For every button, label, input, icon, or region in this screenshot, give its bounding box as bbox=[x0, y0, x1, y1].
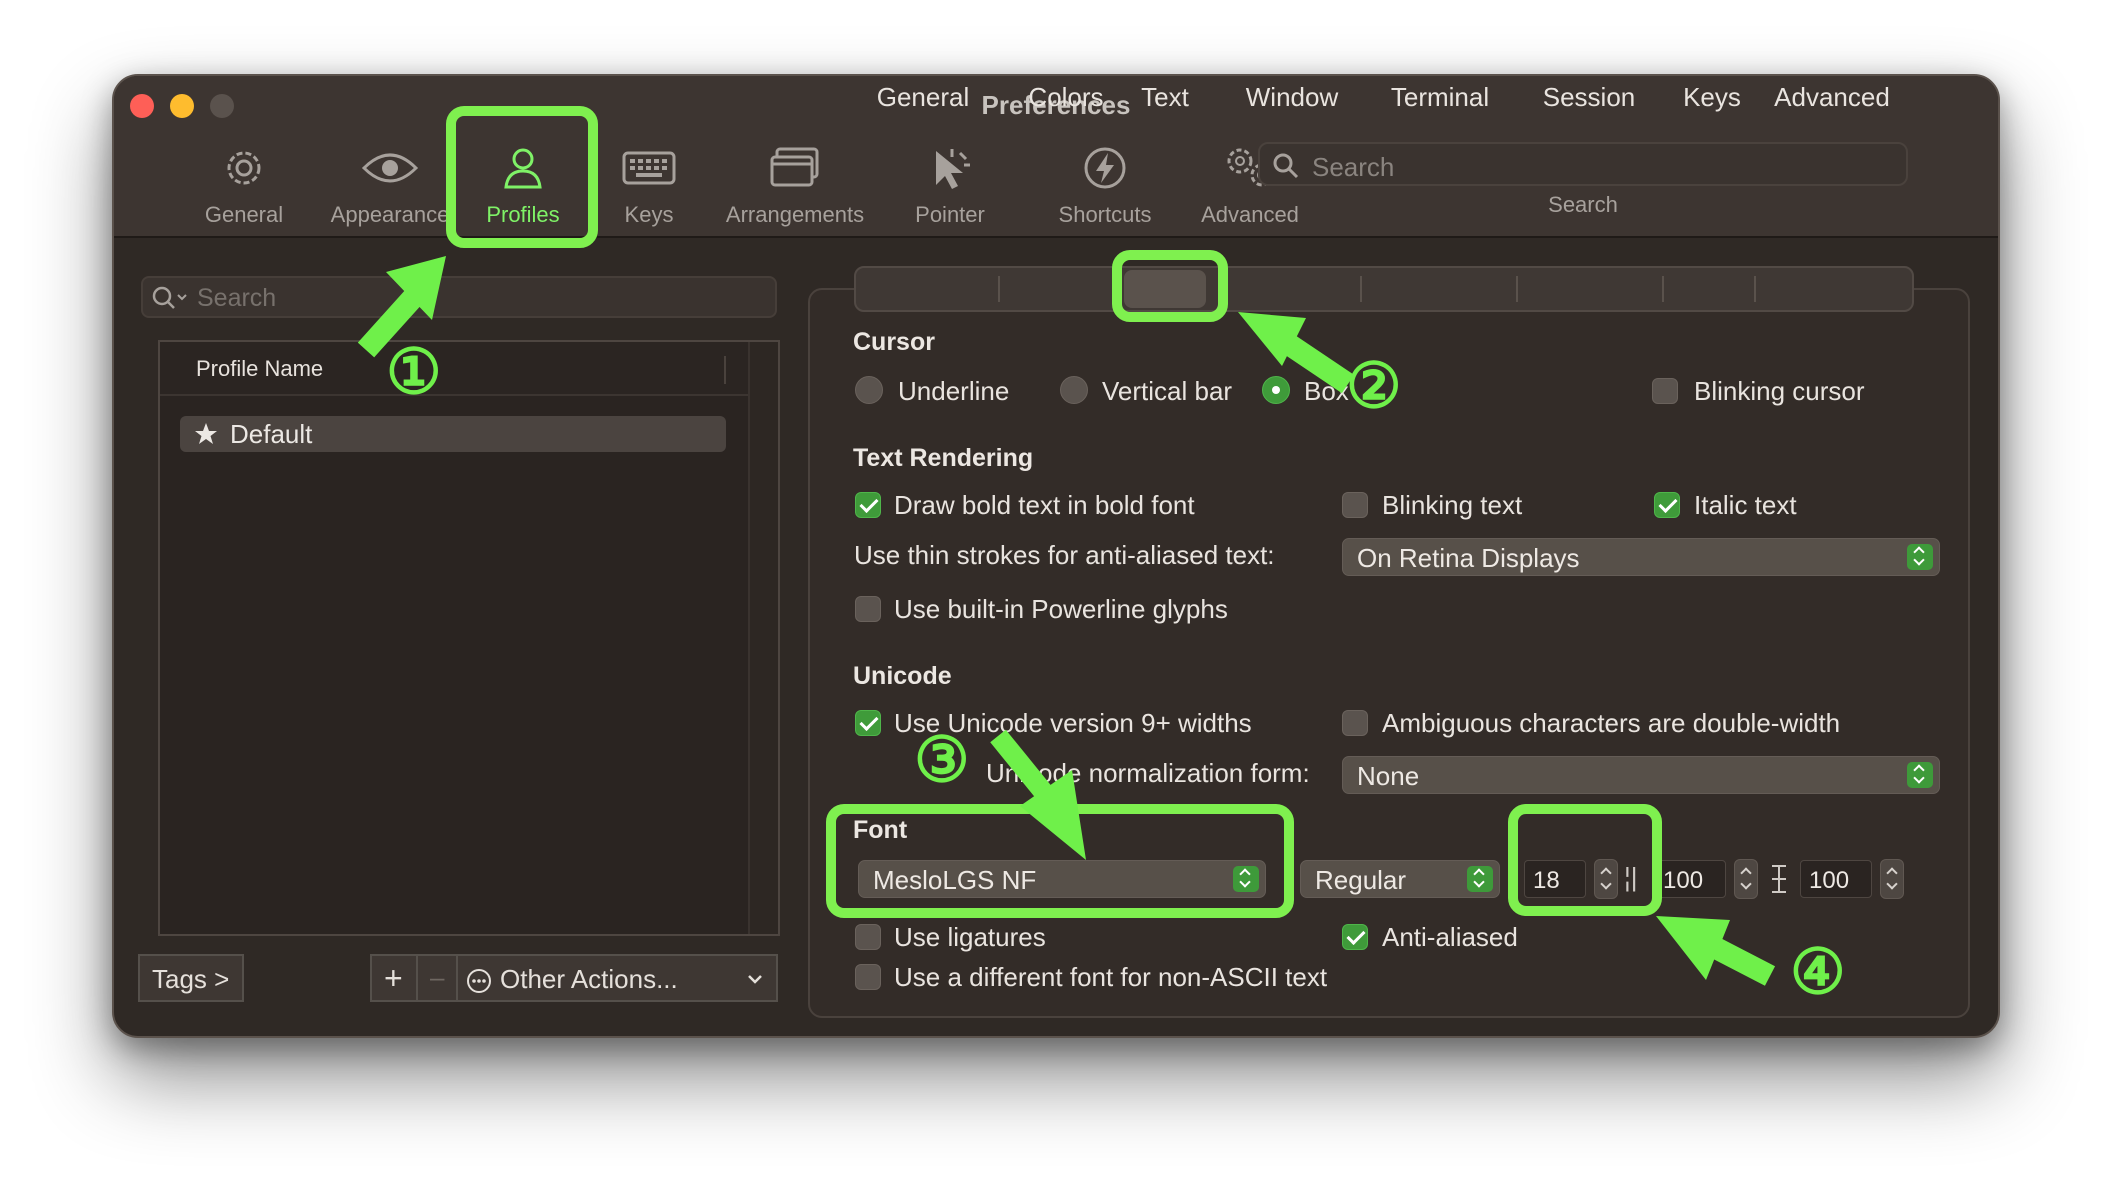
marker-4: ④ bbox=[1790, 938, 1846, 1007]
arrow-2-shaft bbox=[1283, 335, 1355, 394]
marker-2: ② bbox=[1346, 352, 1402, 421]
marker-1: ① bbox=[386, 338, 442, 407]
arrow-3-shaft bbox=[990, 729, 1058, 807]
marker-3: ③ bbox=[914, 726, 970, 795]
arrow-4-shaft bbox=[1706, 936, 1776, 986]
annotation-arrows bbox=[357, 256, 1776, 986]
